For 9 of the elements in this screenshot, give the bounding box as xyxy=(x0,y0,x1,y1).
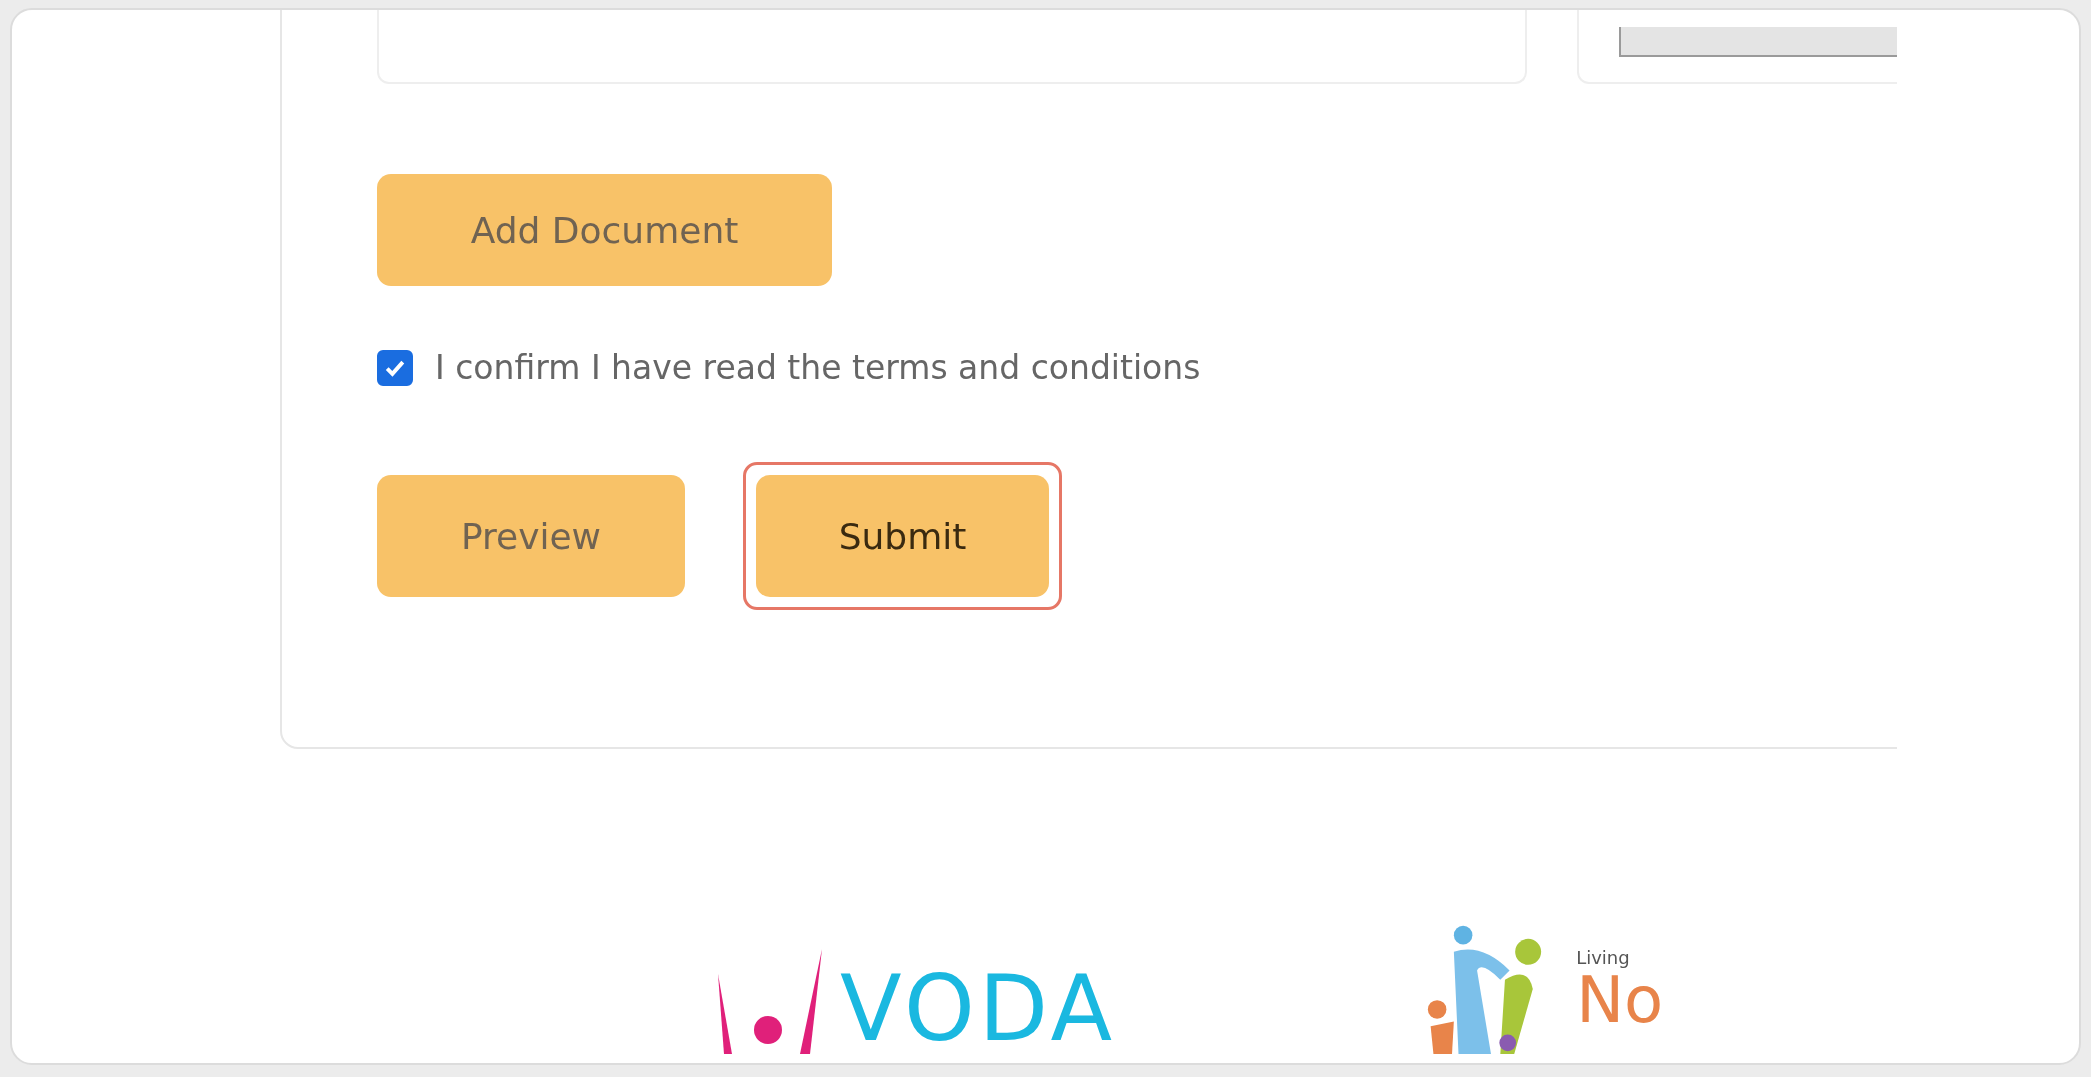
file-button[interactable] xyxy=(1619,27,1897,57)
submit-button[interactable]: Submit xyxy=(756,475,1049,597)
preview-button[interactable]: Preview xyxy=(377,475,685,597)
logo-text: No xyxy=(1576,967,1664,1032)
logo-tagline: Living xyxy=(1576,946,1631,968)
checkbox[interactable] xyxy=(377,349,413,386)
terms-label: I confirm I have read the terms and conditions xyxy=(435,348,1201,387)
add-document-button[interactable]: Add Document xyxy=(377,174,832,286)
logo-text: VODA xyxy=(840,964,1117,1054)
